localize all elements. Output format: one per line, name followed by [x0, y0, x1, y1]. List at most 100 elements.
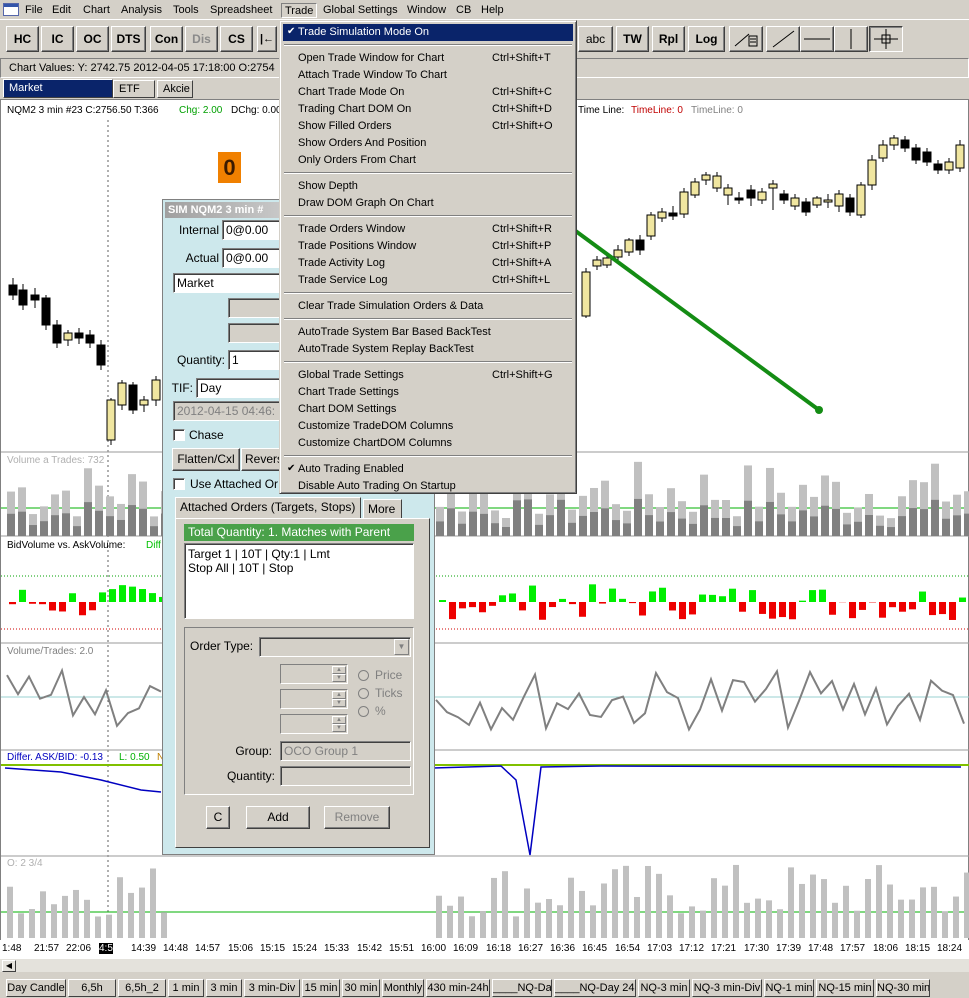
percent-radio[interactable] — [358, 706, 369, 717]
menu-item-clear-trade-simulation-orders-data[interactable]: Clear Trade Simulation Orders & Data — [283, 298, 573, 315]
oco-group-select[interactable]: OCO Group 1 — [280, 741, 411, 761]
menu-item-show-depth[interactable]: Show Depth — [283, 178, 573, 195]
menu-item-chart-dom-settings[interactable]: Chart DOM Settings — [283, 401, 573, 418]
menu-item-customize-chartdom-columns[interactable]: Customize ChartDOM Columns — [283, 435, 573, 452]
menu-item-trade-orders-window[interactable]: Trade Orders Window Ctrl+Shift+R — [283, 221, 573, 238]
trendline-tool-icon[interactable] — [766, 26, 800, 52]
menu-item-trade-positions-window[interactable]: Trade Positions Window Ctrl+Shift+P — [283, 238, 573, 255]
chase-checkbox[interactable] — [173, 429, 185, 441]
timeframe-tab[interactable]: Day Candle — [6, 979, 66, 997]
tab-etf[interactable]: ETF — [113, 80, 155, 98]
spinner-2[interactable]: ▲ ▼ — [280, 689, 348, 709]
reverse-button[interactable]: Revers — [241, 448, 283, 471]
timeframe-tab[interactable]: NQ-30 min — [876, 979, 930, 997]
timeframe-tab[interactable]: ____NQ-Day — [492, 979, 552, 997]
timeframe-tab[interactable]: 3 min-Div — [244, 979, 300, 997]
trade-window-title[interactable]: SIM NQM2 3 min # — [165, 202, 281, 218]
spinner-1[interactable]: ▲ ▼ — [280, 664, 348, 684]
menu-window[interactable]: Window — [404, 3, 449, 18]
menu-cb[interactable]: CB — [453, 3, 474, 18]
timeframe-tab[interactable]: NQ-1 min — [764, 979, 814, 997]
chevron-down-icon[interactable]: ▼ — [394, 639, 409, 655]
timeframe-tab[interactable]: Monthly — [382, 979, 424, 997]
menu-item-global-trade-settings[interactable]: Global Trade Settings Ctrl+Shift+G — [283, 367, 573, 384]
menu-item-trade-service-log[interactable]: Trade Service Log Ctrl+Shift+L — [283, 272, 573, 289]
good-till-date-field[interactable]: 2012-04-15 04:46: — [173, 401, 282, 421]
menu-item-only-orders-from-chart[interactable]: Only Orders From Chart — [283, 152, 573, 169]
menu-help[interactable]: Help — [478, 3, 507, 18]
menu-tools[interactable]: Tools — [170, 3, 202, 18]
dts-button[interactable]: DTS — [111, 26, 146, 52]
timeframe-tab[interactable]: 15 min — [302, 979, 340, 997]
flatten-cancel-button[interactable]: Flatten/Cxl — [172, 448, 240, 471]
horizontal-line-tool-icon[interactable] — [800, 26, 834, 52]
ticks-radio[interactable] — [358, 688, 369, 699]
add-button[interactable]: Add — [246, 806, 310, 829]
timeframe-tab[interactable]: 3 min — [206, 979, 242, 997]
menu-item-show-orders-and-position[interactable]: Show Orders And Position — [283, 135, 573, 152]
menu-item-open-trade-window-for-chart[interactable]: Open Trade Window for Chart Ctrl+Shift+T — [283, 50, 573, 67]
remove-button[interactable]: Remove — [324, 806, 390, 829]
cs-button[interactable]: CS — [220, 26, 253, 52]
menu-trade[interactable]: Trade — [281, 3, 318, 18]
use-attached-checkbox[interactable] — [173, 478, 185, 490]
timeframe-tab[interactable]: 430 min-24h — [426, 979, 490, 997]
menu-item-autotrade-system-replay-backtest[interactable]: AutoTrade System Replay BackTest — [283, 341, 573, 358]
timeframe-tab[interactable]: NQ-3 min-Div — [692, 979, 762, 997]
order-type-select[interactable]: Market — [173, 273, 282, 293]
attached-orders-list[interactable]: Target 1 | 10T | Qty:1 | Lmt Stop All | … — [184, 543, 414, 619]
tab-attached-orders[interactable]: Attached Orders (Targets, Stops) — [175, 497, 361, 519]
tw-button[interactable]: TW — [616, 26, 649, 52]
arrow-left-icon[interactable]: |← — [257, 26, 277, 52]
horizontal-scrollbar[interactable]: ◀ — [0, 958, 969, 972]
menu-item-trade-simulation-mode-on[interactable]: ✔ Trade Simulation Mode On — [283, 24, 573, 41]
menu-item-disable-auto-trading-on-startup[interactable]: Disable Auto Trading On Startup — [283, 478, 573, 495]
c-button[interactable]: C — [206, 806, 230, 829]
menu-spreadsheet[interactable]: Spreadsheet — [207, 3, 275, 18]
menu-item-auto-trading-enabled[interactable]: ✔ Auto Trading Enabled — [283, 461, 573, 478]
timeframe-tab[interactable]: NQ-15 min — [816, 979, 874, 997]
spinner-3[interactable]: ▲ ▼ — [280, 714, 348, 734]
menu-item-chart-trade-mode-on[interactable]: Chart Trade Mode On Ctrl+Shift+C — [283, 84, 573, 101]
price-radio[interactable] — [358, 670, 369, 681]
list-item[interactable]: Target 1 | 10T | Qty:1 | Lmt — [188, 547, 410, 561]
menu-global-settings[interactable]: Global Settings — [320, 3, 401, 18]
menu-item-autotrade-system-bar-based-backtest[interactable]: AutoTrade System Bar Based BackTest — [283, 324, 573, 341]
timeframe-tab[interactable]: NQ-3 min — [638, 979, 690, 997]
attached-quantity-field[interactable] — [280, 766, 411, 786]
tab-akcie[interactable]: Akcie — [157, 80, 193, 98]
timeframe-tab[interactable]: 1 min — [168, 979, 204, 997]
menu-edit[interactable]: Edit — [49, 3, 74, 18]
menu-item-customize-tradedom-columns[interactable]: Customize TradeDOM Columns — [283, 418, 573, 435]
log-button[interactable]: Log — [688, 26, 725, 52]
scroll-left-icon[interactable]: ◀ — [2, 960, 16, 972]
abc-button[interactable]: abc — [578, 26, 613, 52]
menu-item-show-filled-orders[interactable]: Show Filled Orders Ctrl+Shift+O — [283, 118, 573, 135]
vertical-line-tool-icon[interactable] — [834, 26, 868, 52]
crosshair-tool-icon[interactable] — [869, 26, 903, 52]
tab-more[interactable]: More — [363, 499, 402, 519]
timeframe-tab[interactable]: 6,5h — [68, 979, 116, 997]
timeframe-tab[interactable]: 6,5h_2 — [118, 979, 166, 997]
menu-item-trading-chart-dom-on[interactable]: Trading Chart DOM On Ctrl+Shift+D — [283, 101, 573, 118]
timeframe-tab[interactable]: ____NQ-Day 24h — [554, 979, 636, 997]
ic-button[interactable]: IC — [41, 26, 74, 52]
menu-file[interactable]: File — [22, 3, 46, 18]
menu-item-trade-activity-log[interactable]: Trade Activity Log Ctrl+Shift+A — [283, 255, 573, 272]
con-button[interactable]: Con — [150, 26, 183, 52]
price-field-1[interactable] — [228, 298, 282, 318]
attached-order-type-select[interactable]: ▼ — [259, 637, 411, 657]
quantity-field[interactable]: 1 — [228, 350, 282, 370]
tif-select[interactable]: Day — [196, 378, 282, 398]
app-icon[interactable] — [3, 3, 19, 16]
ray-tool-icon[interactable] — [729, 26, 763, 52]
tab-market-profile[interactable]: Market profile_NEW — [3, 79, 113, 110]
dis-button[interactable]: Dis — [185, 26, 218, 52]
oc-button[interactable]: OC — [76, 26, 109, 52]
hc-button[interactable]: HC — [6, 26, 39, 52]
menu-chart[interactable]: Chart — [80, 3, 113, 18]
menu-item-attach-trade-window-to-chart[interactable]: Attach Trade Window To Chart — [283, 67, 573, 84]
price-field-2[interactable] — [228, 323, 282, 343]
menu-item-draw-dom-graph-on-chart[interactable]: Draw DOM Graph On Chart — [283, 195, 573, 212]
menu-item-chart-trade-settings[interactable]: Chart Trade Settings — [283, 384, 573, 401]
